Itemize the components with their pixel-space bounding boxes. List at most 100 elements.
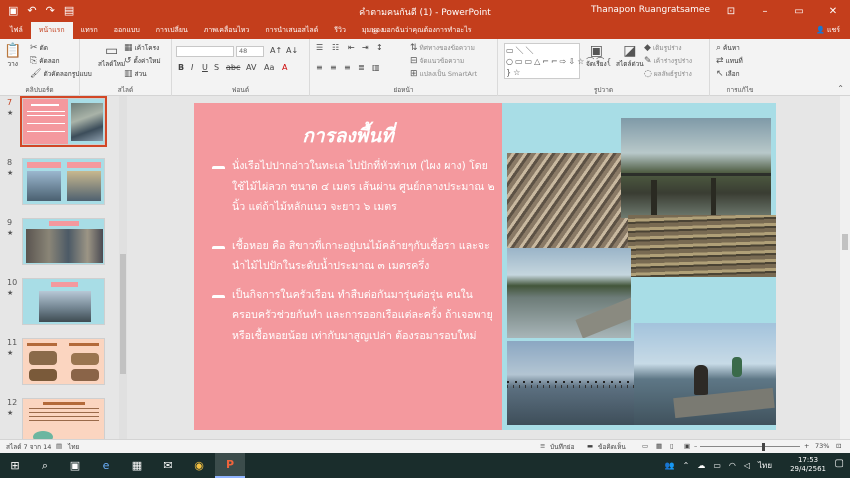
shadow-icon[interactable]: S — [214, 63, 219, 72]
underline-icon[interactable]: U — [202, 63, 208, 72]
powerpoint-icon[interactable]: P — [215, 453, 245, 478]
find-button[interactable]: ⌕ ค้นหา — [716, 43, 740, 53]
collapse-ribbon-icon[interactable]: ⌃ — [837, 84, 844, 93]
start-icon[interactable]: ⊞ — [0, 453, 30, 478]
zoom-slider[interactable] — [700, 446, 800, 447]
mangrove-pier-photo[interactable] — [621, 118, 771, 218]
notes-icon[interactable]: ≡ — [540, 442, 545, 450]
close-icon[interactable]: ✕ — [816, 0, 850, 22]
tab-animations[interactable]: ภาพเคลื่อนไหว — [196, 22, 258, 39]
spacing-icon[interactable]: AV — [246, 63, 256, 72]
chrome-icon[interactable]: ◉ — [184, 453, 214, 478]
quick-styles-button[interactable]: ◪ สไตล์ด่วน — [616, 43, 644, 69]
mail-icon[interactable]: ✉ — [153, 453, 183, 478]
case-icon[interactable]: Aa — [264, 63, 274, 72]
italic-icon[interactable]: I — [191, 63, 193, 72]
align-right-icon[interactable]: ≡ — [344, 63, 351, 72]
ribbon-display-icon[interactable]: ⊡ — [714, 0, 748, 22]
tab-transitions[interactable]: การเปลี่ยน — [148, 22, 196, 39]
numbering-icon[interactable]: ☷ — [332, 43, 339, 52]
zoom-in-icon[interactable]: + — [804, 442, 809, 450]
volume-icon[interactable]: ◁ — [744, 461, 750, 470]
font-name-box[interactable] — [176, 46, 234, 57]
align-text-button[interactable]: ⊟ จัดแนวข้อความ — [410, 56, 464, 66]
smartart-button[interactable]: ⊞ แปลงเป็น SmartArt — [410, 69, 477, 79]
decrease-indent-icon[interactable]: ⇤ — [348, 43, 355, 52]
current-slide[interactable]: การลงพื้นที่ นั่งเรือไปปากอ่าวในทะเล ไปป… — [194, 103, 776, 430]
thumbnail-scroll-thumb[interactable] — [120, 254, 126, 374]
strikethrough-icon[interactable]: abc — [226, 63, 240, 72]
slide-sorter-icon[interactable]: ▦ — [656, 442, 662, 450]
normal-view-icon[interactable]: ▭ — [642, 442, 648, 450]
zoom-slider-handle[interactable] — [762, 443, 765, 451]
boat-mangrove-photo[interactable] — [507, 248, 631, 338]
bullets-icon[interactable]: ☰ — [316, 43, 323, 52]
columns-icon[interactable]: ▥ — [372, 63, 380, 72]
canvas-scroll-thumb[interactable] — [842, 234, 848, 250]
comments-button[interactable]: ข้อคิดเห็น — [598, 442, 626, 452]
tab-slideshow[interactable]: การนำเสนอสไลด์ — [257, 22, 326, 39]
tell-me-box[interactable]: ◎ บอกฉันว่าคุณต้องการทำอะไร — [372, 25, 471, 36]
section-button[interactable]: ▥ ส่วน — [124, 69, 147, 79]
sea-stakes-photo[interactable] — [507, 341, 637, 425]
bullet-list[interactable]: นั่งเรือไปปากอ่าวในทะเล ไปปักที่หัวท่าเท… — [212, 156, 496, 346]
slide-thumbnail-11[interactable]: 11 ★ — [0, 336, 120, 388]
user-name[interactable]: Thanapon Ruangratsamee — [591, 5, 710, 15]
shape-outline-button[interactable]: ✎ เค้าร่างรูปร่าง — [644, 56, 692, 66]
shrink-font-icon[interactable]: A↓ — [286, 46, 298, 55]
canvas-scrollbar[interactable] — [840, 96, 850, 439]
font-color-icon[interactable]: A — [282, 63, 287, 72]
wifi-icon[interactable]: ◠ — [729, 461, 736, 470]
clock[interactable]: 17:53 29/4/2561 — [790, 456, 826, 474]
people-icon[interactable]: 👥 — [665, 461, 675, 470]
slide-thumbnail-10[interactable]: 10 ★ — [0, 276, 120, 328]
shapes-gallery[interactable]: ▭＼＼○▭▭△⌐⌐⇨⇩☆⌒⌒{ }☆ — [504, 43, 611, 79]
text-direction-button[interactable]: ⇅ ทิศทางของข้อความ — [410, 43, 475, 53]
align-center-icon[interactable]: ≡ — [330, 63, 337, 72]
language-indicator[interactable]: ไทย — [68, 442, 79, 452]
battery-icon[interactable]: ▭ — [713, 461, 721, 470]
slide-title[interactable]: การลงพื้นที่ — [194, 121, 502, 151]
zoom-level[interactable]: 73% — [815, 442, 829, 450]
tab-review[interactable]: รีวิว — [326, 22, 354, 39]
replace-button[interactable]: ⇄ แทนที่ — [716, 56, 743, 66]
line-spacing-icon[interactable]: ↕ — [376, 43, 383, 52]
grow-font-icon[interactable]: A↑ — [270, 46, 282, 55]
cloud-icon[interactable]: ☁ — [697, 461, 705, 470]
tab-home[interactable]: หน้าแรก — [30, 22, 73, 39]
language-indicator[interactable]: ไทย — [758, 459, 772, 472]
spelling-icon[interactable]: ▤ — [56, 442, 62, 450]
shape-effects-button[interactable]: ◌ ผลลัพธ์รูปร่าง — [644, 69, 692, 79]
shape-fill-button[interactable]: ◆ เติมรูปร่าง — [644, 43, 682, 53]
slide-thumbnail-9[interactable]: 9 ★ — [0, 216, 120, 268]
fishermen-photo[interactable] — [634, 323, 776, 425]
zoom-out-icon[interactable]: – — [694, 442, 697, 450]
notification-icon[interactable]: ▢ — [835, 458, 844, 469]
search-icon[interactable]: ⌕ — [30, 453, 60, 478]
paste-button[interactable]: 📋 วาง — [4, 43, 21, 69]
chevron-up-icon[interactable]: ⌃ — [683, 461, 690, 470]
rope-photo[interactable] — [507, 153, 629, 248]
bamboo-poles-photo[interactable] — [628, 215, 776, 277]
tab-file[interactable]: ไฟล์ — [2, 22, 31, 39]
justify-icon[interactable]: ≣ — [358, 63, 365, 72]
tab-insert[interactable]: แทรก — [73, 22, 106, 39]
slide-thumbnail-7[interactable]: 7 ★ — [0, 96, 120, 148]
layout-button[interactable]: ▦ เค้าโครง — [124, 43, 159, 53]
maximize-icon[interactable]: ▭ — [782, 0, 816, 22]
arrange-button[interactable]: ▣ จัดเรียง — [586, 43, 607, 69]
slideshow-icon[interactable]: ▣ — [684, 442, 690, 450]
select-button[interactable]: ↖ เลือก — [716, 69, 740, 79]
edge-icon[interactable]: e — [91, 453, 121, 478]
tab-design[interactable]: ออกแบบ — [106, 22, 148, 39]
cut-button[interactable]: ✂ ตัด — [30, 43, 48, 53]
align-left-icon[interactable]: ≡ — [316, 63, 323, 72]
bold-icon[interactable]: B — [178, 63, 184, 72]
task-view-icon[interactable]: ▣ — [60, 453, 90, 478]
new-slide-button[interactable]: ▭ สไลด์ใหม่ — [98, 43, 125, 69]
store-icon[interactable]: ▦ — [122, 453, 152, 478]
font-size-box[interactable]: 48 — [236, 46, 264, 57]
copy-button[interactable]: ⎘ คัดลอก — [30, 56, 60, 66]
thumbnail-scrollbar[interactable] — [119, 96, 127, 439]
notes-button[interactable]: บันทึกย่อ — [550, 442, 575, 452]
